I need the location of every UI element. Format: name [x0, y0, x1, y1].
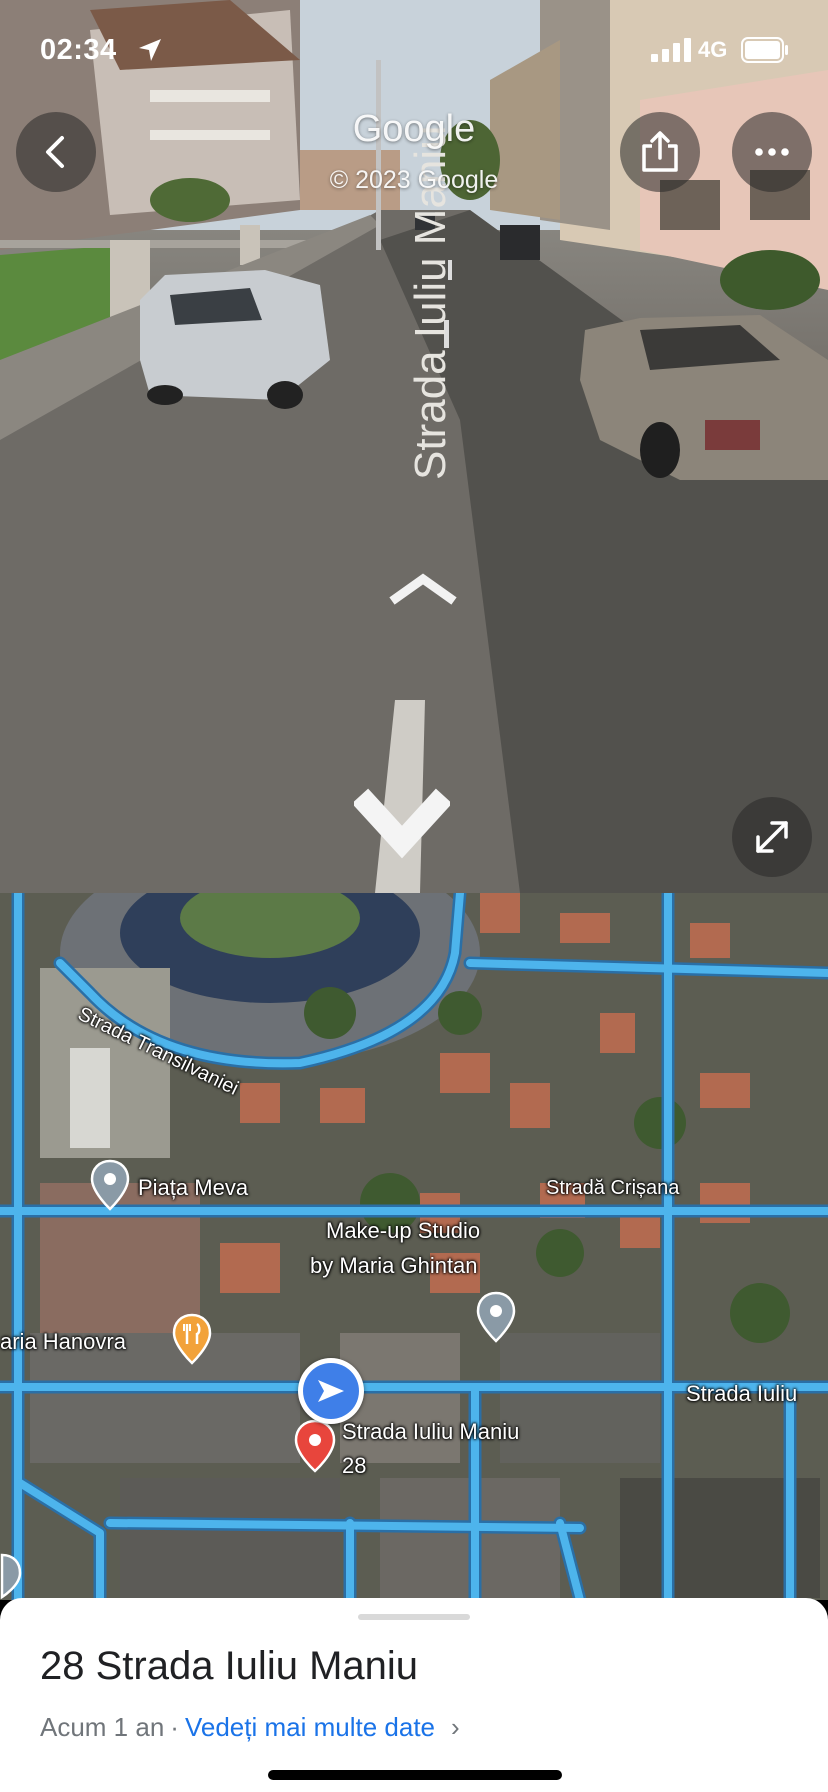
- status-time: 02:34: [40, 34, 117, 66]
- expand-view-button[interactable]: [732, 797, 812, 877]
- copyright-watermark: © 2023 Google: [329, 166, 499, 194]
- map-label-current-address-line1: Strada Iuliu Maniu: [342, 1419, 520, 1444]
- location-pin-icon[interactable]: [90, 1159, 130, 1211]
- battery-icon: [741, 37, 788, 63]
- more-options-button[interactable]: [732, 112, 812, 192]
- map-label-makeup-studio-line2[interactable]: by Maria Ghintan: [310, 1253, 478, 1279]
- map-label-strada-iuliu: Strada Iuliu: [686, 1381, 798, 1406]
- chevron-up-icon[interactable]: [388, 573, 458, 607]
- imagery-date: Acum 1 an: [40, 1712, 165, 1742]
- more-horizontal-icon: [755, 148, 789, 156]
- map-label-current-address-line2: 28: [342, 1453, 367, 1478]
- bottom-sheet[interactable]: 28 Strada Iuliu Maniu Acum 1 an · Vedeți…: [0, 1598, 828, 1792]
- map-label-piata-meva[interactable]: Piața Meva: [138, 1175, 248, 1201]
- sheet-drag-handle[interactable]: [358, 1614, 470, 1620]
- chevron-down-icon[interactable]: [354, 786, 450, 860]
- network-type: 4G: [698, 37, 728, 62]
- share-icon: [642, 131, 678, 172]
- map-label-makeup-studio-line1[interactable]: Make-up Studio: [326, 1218, 480, 1244]
- place-title: 28 Strada Iuliu Maniu: [40, 1644, 419, 1688]
- chevron-left-icon: [46, 136, 64, 168]
- map-label-strada-crisana: Stradă Crișana: [546, 1177, 680, 1199]
- location-pin-icon[interactable]: [476, 1291, 516, 1343]
- location-arrow-icon: [139, 39, 161, 61]
- map-imagery: [0, 893, 828, 1600]
- map-label-hanovra[interactable]: aria Hanovra: [0, 1329, 126, 1355]
- satellite-map[interactable]: Strada Transilvaniei Piața Meva Stradă C…: [0, 893, 828, 1600]
- share-button[interactable]: [620, 112, 700, 192]
- street-view-panorama[interactable]: Strada Iuliu Maniu Google © 2023 Google: [0, 0, 828, 893]
- street-view-arrow-icon: [318, 1380, 344, 1402]
- google-watermark: Google: [352, 108, 476, 150]
- status-bar: 02:34 4G: [0, 0, 828, 100]
- expand-diagonal-icon: [756, 821, 788, 853]
- location-pin-icon[interactable]: [0, 1553, 22, 1599]
- separator-dot: ·: [170, 1712, 179, 1742]
- street-view-position-marker[interactable]: [298, 1358, 364, 1424]
- red-pin-icon: [294, 1419, 336, 1473]
- signal-bars-icon: [651, 38, 691, 62]
- restaurant-icon[interactable]: [172, 1313, 212, 1365]
- imagery-date-row: Acum 1 an · Vedeți mai multe date ›: [40, 1712, 460, 1743]
- see-more-dates-link[interactable]: Vedeți mai multe date: [185, 1712, 435, 1743]
- back-button[interactable]: [16, 112, 96, 192]
- home-indicator[interactable]: [268, 1770, 562, 1780]
- chevron-right-icon[interactable]: ›: [451, 1712, 460, 1743]
